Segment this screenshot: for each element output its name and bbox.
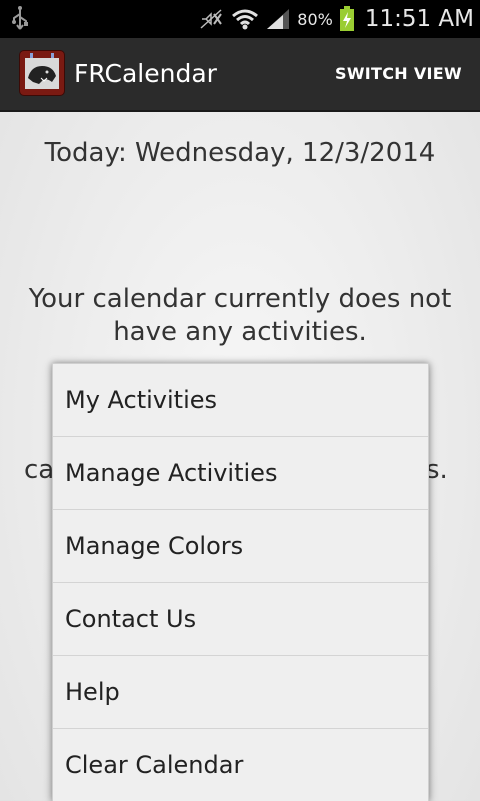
wifi-icon bbox=[232, 9, 259, 30]
menu-item-manage-colors[interactable]: Manage Colors bbox=[53, 510, 428, 583]
action-bar: FRCalendar SWITCH VIEW bbox=[0, 38, 480, 112]
today-date-label: Today: Wednesday, 12/3/2014 bbox=[44, 138, 436, 168]
app-title: FRCalendar bbox=[74, 59, 217, 88]
mute-icon bbox=[200, 9, 223, 29]
usb-icon bbox=[12, 6, 28, 30]
menu-item-my-activities[interactable]: My Activities bbox=[53, 364, 428, 437]
status-bar: 80% 11:51 AM bbox=[0, 0, 480, 38]
signal-icon bbox=[267, 9, 290, 29]
clock: 11:51 AM bbox=[364, 6, 474, 32]
battery-charging-icon bbox=[339, 6, 354, 31]
battery-percent: 80% bbox=[297, 9, 333, 29]
app-logo-icon[interactable] bbox=[20, 51, 64, 95]
switch-view-button[interactable]: SWITCH VIEW bbox=[335, 38, 462, 110]
menu-item-help[interactable]: Help bbox=[53, 656, 428, 729]
menu-item-contact-us[interactable]: Contact Us bbox=[53, 583, 428, 656]
obscured-text-left: ca bbox=[24, 455, 55, 485]
empty-calendar-message: Your calendar currently does not have an… bbox=[28, 284, 452, 347]
overflow-menu: My Activities Manage Activities Manage C… bbox=[52, 363, 429, 801]
menu-item-manage-activities[interactable]: Manage Activities bbox=[53, 437, 428, 510]
menu-item-clear-calendar[interactable]: Clear Calendar bbox=[53, 729, 428, 801]
obscured-text-right: s. bbox=[426, 455, 448, 485]
